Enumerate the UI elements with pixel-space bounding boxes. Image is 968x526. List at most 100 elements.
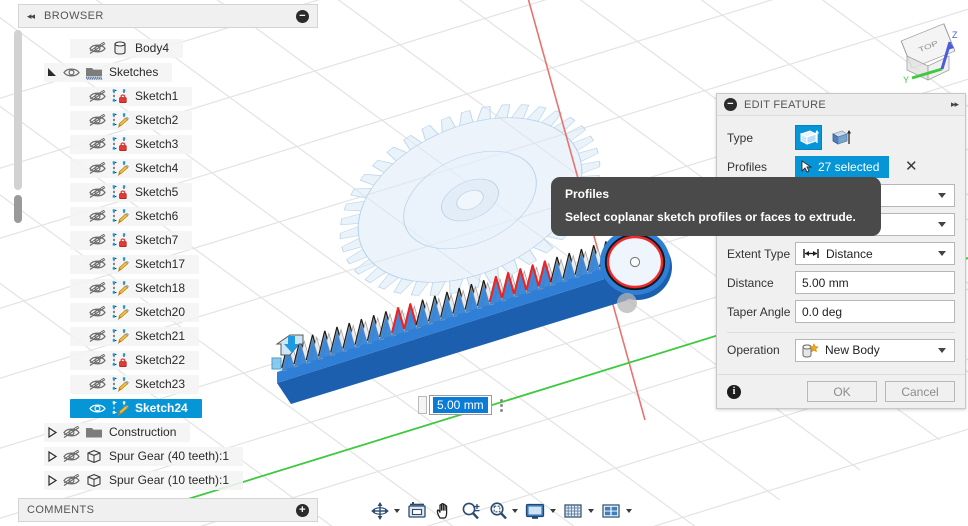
dimension-edit-widget[interactable]: 5.00 mm	[418, 394, 509, 416]
tree-item-sketch3[interactable]: Sketch3	[18, 132, 318, 156]
tree-item-construction[interactable]: Construction	[18, 420, 318, 444]
eye-hidden-icon[interactable]	[88, 89, 106, 103]
edit-feature-header[interactable]: − EDIT FEATURE ▸▸	[717, 94, 965, 116]
eye-visible-icon[interactable]	[62, 66, 80, 79]
eye-hidden-icon[interactable]	[88, 209, 106, 223]
plus-circle-icon[interactable]: +	[296, 503, 309, 517]
tree-item-sketch23[interactable]: Sketch23	[18, 372, 318, 396]
eye-hidden-icon[interactable]	[88, 137, 106, 151]
visibility-toggle[interactable]	[86, 353, 108, 367]
expander-open-icon[interactable]	[47, 67, 58, 78]
eye-hidden-icon[interactable]	[88, 329, 106, 343]
tree-item-sketch1[interactable]: Sketch1	[18, 84, 318, 108]
tree-expander[interactable]	[44, 426, 60, 438]
info-icon[interactable]: i	[727, 384, 741, 399]
tree-item-sketch6[interactable]: Sketch6	[18, 204, 318, 228]
eye-hidden-icon[interactable]	[88, 233, 106, 247]
zoom-icon[interactable]	[458, 501, 484, 521]
display-settings-icon[interactable]	[522, 501, 558, 521]
eye-hidden-icon[interactable]	[62, 449, 80, 463]
visibility-toggle[interactable]	[86, 305, 108, 319]
grip-dots-icon[interactable]	[495, 395, 509, 415]
chevron-down-icon[interactable]	[394, 509, 400, 513]
extrude-one-side-icon[interactable]	[795, 125, 822, 150]
minus-circle-icon[interactable]: −	[724, 98, 737, 111]
browser-header[interactable]: ◂◂ BROWSER −	[18, 4, 318, 28]
expander-closed-icon[interactable]	[47, 426, 58, 438]
visibility-toggle[interactable]	[86, 89, 108, 103]
browser-scrollbar-track[interactable]	[14, 30, 22, 190]
chevron-down-icon[interactable]	[550, 509, 556, 513]
dimension-input[interactable]: 5.00 mm	[429, 395, 492, 415]
lock-toggle-icon[interactable]	[418, 396, 427, 414]
taper-angle-input[interactable]: 0.0 deg	[795, 300, 955, 323]
visibility-toggle[interactable]	[86, 281, 108, 295]
tree-item-sketch22[interactable]: Sketch22	[18, 348, 318, 372]
eye-hidden-icon[interactable]	[88, 161, 106, 175]
tree-expander[interactable]	[44, 450, 60, 462]
expander-closed-icon[interactable]	[47, 450, 58, 462]
eye-hidden-icon[interactable]	[88, 257, 106, 271]
eye-hidden-icon[interactable]	[88, 185, 106, 199]
zoom-window-icon[interactable]	[486, 501, 520, 521]
chevron-double-left-icon[interactable]: ◂◂	[27, 11, 35, 22]
eye-hidden-icon[interactable]	[88, 281, 106, 295]
eye-hidden-icon[interactable]	[62, 473, 80, 487]
viewport-layout-icon[interactable]	[598, 501, 634, 521]
visibility-toggle[interactable]	[86, 329, 108, 343]
chevron-down-icon[interactable]	[588, 509, 594, 513]
eye-hidden-icon[interactable]	[88, 113, 106, 127]
comments-panel-header[interactable]: COMMENTS +	[18, 498, 318, 522]
tree-item-spur-gear-10-teeth-1[interactable]: Spur Gear (10 teeth):1	[18, 468, 318, 492]
browser-scrollbar-thumb[interactable]	[14, 195, 22, 223]
visibility-toggle[interactable]	[86, 41, 108, 55]
cancel-button[interactable]: Cancel	[885, 381, 955, 402]
pan-hand-icon[interactable]	[432, 501, 456, 521]
tree-item-sketch24[interactable]: Sketch24	[18, 396, 318, 420]
visibility-toggle[interactable]	[86, 185, 108, 199]
tree-expander[interactable]	[44, 474, 60, 486]
visibility-toggle[interactable]	[60, 66, 82, 79]
tree-item-sketch7[interactable]: Sketch7	[18, 228, 318, 252]
origin-pivot-marker[interactable]	[617, 293, 637, 313]
visibility-toggle[interactable]	[86, 137, 108, 151]
tree-item-sketch4[interactable]: Sketch4	[18, 156, 318, 180]
eye-hidden-icon[interactable]	[62, 425, 80, 439]
operation-select[interactable]: New Body	[795, 338, 955, 362]
tree-item-sketch20[interactable]: Sketch20	[18, 300, 318, 324]
chevron-double-right-icon[interactable]: ▸▸	[951, 99, 959, 110]
eye-hidden-icon[interactable]	[88, 353, 106, 367]
tree-item-sketch17[interactable]: Sketch17	[18, 252, 318, 276]
chevron-down-icon[interactable]	[512, 509, 518, 513]
expander-closed-icon[interactable]	[47, 474, 58, 486]
tree-item-sketches[interactable]: Sketches	[18, 60, 318, 84]
extent-type-select[interactable]: Distance	[795, 242, 955, 265]
ok-button[interactable]: OK	[807, 381, 877, 402]
minus-circle-icon[interactable]: −	[296, 9, 309, 23]
tree-item-sketch21[interactable]: Sketch21	[18, 324, 318, 348]
visibility-toggle[interactable]	[86, 233, 108, 247]
visibility-toggle[interactable]	[60, 473, 82, 487]
visibility-toggle[interactable]	[60, 425, 82, 439]
eye-hidden-icon[interactable]	[88, 305, 106, 319]
tree-item-spur-gear-40-teeth-1[interactable]: Spur Gear (40 teeth):1	[18, 444, 318, 468]
eye-hidden-icon[interactable]	[88, 41, 106, 55]
close-x-icon[interactable]: ✕	[905, 159, 918, 174]
profiles-selection-chip[interactable]: 27 selected	[795, 155, 889, 178]
eye-visible-icon[interactable]	[88, 402, 106, 415]
extrude-symmetric-icon[interactable]	[827, 125, 854, 150]
look-at-icon[interactable]	[404, 501, 430, 521]
visibility-toggle[interactable]	[86, 161, 108, 175]
visibility-toggle[interactable]	[86, 402, 108, 415]
tree-item-sketch18[interactable]: Sketch18	[18, 276, 318, 300]
viewcube[interactable]: TOP Y Z	[892, 12, 964, 88]
grid-snap-icon[interactable]	[560, 501, 596, 521]
tree-item-sketch5[interactable]: Sketch5	[18, 180, 318, 204]
visibility-toggle[interactable]	[60, 449, 82, 463]
visibility-toggle[interactable]	[86, 113, 108, 127]
visibility-toggle[interactable]	[86, 209, 108, 223]
chevron-down-icon[interactable]	[626, 509, 632, 513]
visibility-toggle[interactable]	[86, 377, 108, 391]
visibility-toggle[interactable]	[86, 257, 108, 271]
browser-tree[interactable]: Body4 Sketches Sketch1 Sketch2 Sketch3 Sketch…	[18, 28, 318, 492]
